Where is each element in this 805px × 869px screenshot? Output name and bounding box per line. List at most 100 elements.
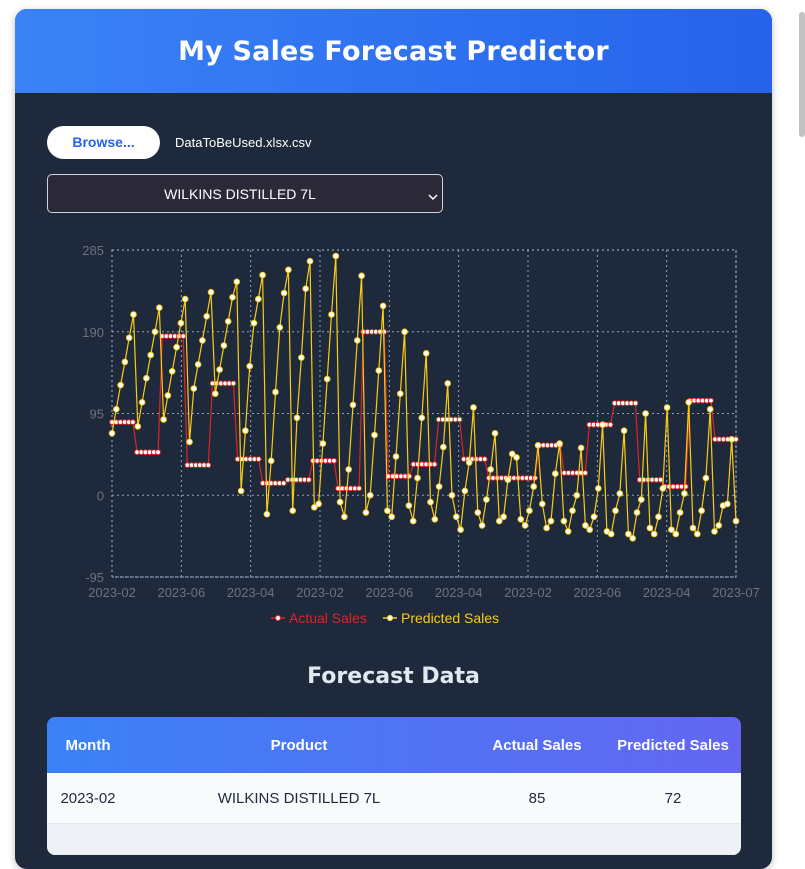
data-point	[582, 470, 589, 476]
data-point	[379, 302, 387, 310]
data-point	[405, 502, 413, 509]
data-point	[474, 509, 482, 516]
data-point	[331, 457, 337, 464]
data-point	[160, 416, 167, 423]
data-point	[655, 513, 662, 521]
data-point	[409, 517, 417, 525]
data-point	[453, 513, 460, 521]
data-point	[668, 526, 675, 534]
data-point	[612, 507, 619, 515]
data-point	[276, 324, 284, 331]
y-tick-label: 190	[82, 325, 104, 340]
data-point	[547, 517, 555, 525]
data-point	[362, 509, 370, 516]
data-point	[698, 507, 705, 515]
data-point	[349, 401, 357, 409]
data-point	[272, 388, 279, 396]
x-tick-label: 2023-06	[157, 585, 205, 600]
cell-month: 2023-02	[60, 789, 116, 807]
cell-product: WILKINS DISTILLED 7L	[217, 789, 381, 807]
data-point	[444, 380, 452, 387]
data-point	[177, 319, 185, 327]
scrollbar-thumb[interactable]	[799, 12, 805, 137]
data-point	[607, 421, 614, 428]
y-tick-label: 0	[97, 488, 104, 503]
data-point	[255, 456, 262, 463]
data-point	[305, 476, 312, 483]
data-point	[500, 513, 507, 521]
data-point	[638, 496, 645, 503]
data-point	[625, 530, 632, 538]
data-point	[431, 461, 438, 468]
data-point	[620, 427, 628, 435]
data-point	[229, 294, 236, 301]
data-point	[263, 510, 271, 518]
data-point	[216, 366, 223, 373]
data-point	[431, 516, 439, 523]
data-point	[521, 522, 529, 529]
x-tick-label: 2023-06	[365, 585, 413, 600]
data-point	[543, 524, 550, 532]
data-point	[616, 490, 624, 497]
data-point	[194, 361, 202, 368]
data-point	[173, 343, 180, 351]
data-point	[530, 483, 538, 490]
data-point	[203, 313, 210, 320]
data-point	[143, 374, 150, 382]
data-point	[289, 507, 297, 515]
data-point	[392, 453, 400, 460]
data-point	[255, 295, 262, 303]
data-point	[595, 485, 602, 492]
data-point	[629, 535, 637, 542]
data-point	[401, 328, 408, 336]
data-point	[642, 410, 649, 417]
data-point	[117, 381, 124, 389]
data-point	[681, 490, 688, 497]
data-point	[663, 404, 671, 411]
data-point	[573, 492, 581, 499]
data-point	[517, 516, 525, 523]
data-point	[435, 483, 443, 490]
data-point	[646, 524, 654, 532]
data-point	[358, 272, 365, 280]
data-point	[280, 480, 287, 487]
data-point	[315, 500, 322, 508]
data-point	[457, 526, 464, 534]
page-scrollbar[interactable]	[798, 0, 805, 836]
data-point	[267, 457, 275, 465]
data-point	[607, 530, 615, 538]
data-point	[706, 405, 714, 413]
x-tick-label: 2023-07	[712, 585, 760, 600]
data-point	[732, 517, 740, 525]
sales-chart: 285190950-952023-02 2023-06 2023-04 2023-02…	[82, 243, 760, 626]
data-point	[650, 530, 658, 538]
data-point	[156, 304, 163, 312]
data-point	[560, 517, 568, 525]
data-point	[259, 271, 266, 279]
data-point	[526, 507, 533, 515]
data-point	[724, 500, 731, 508]
data-point	[237, 487, 245, 495]
data-point	[181, 295, 189, 303]
data-point	[657, 476, 664, 483]
data-point	[224, 318, 232, 325]
x-tick-label: 2023-02	[296, 585, 344, 600]
data-point	[180, 333, 187, 340]
data-point	[341, 513, 348, 521]
data-point	[569, 507, 576, 515]
data-point	[711, 528, 718, 535]
data-point	[702, 474, 710, 482]
legend-label: Predicted Sales	[401, 610, 499, 626]
data-point	[534, 442, 542, 449]
data-point	[212, 390, 219, 398]
col-header-month: Month	[65, 736, 111, 754]
data-point	[633, 509, 641, 516]
x-tick-label: 2023-02	[504, 585, 552, 600]
x-tick-label: 2023-06	[573, 585, 621, 600]
y-tick-label: 285	[82, 243, 104, 258]
data-point	[418, 414, 426, 422]
data-point	[186, 438, 193, 446]
cell-actual-sales: 85	[528, 789, 546, 807]
app-card: My Sales Forecast Predictor Browse... Da…	[15, 9, 772, 869]
data-point	[230, 380, 237, 387]
